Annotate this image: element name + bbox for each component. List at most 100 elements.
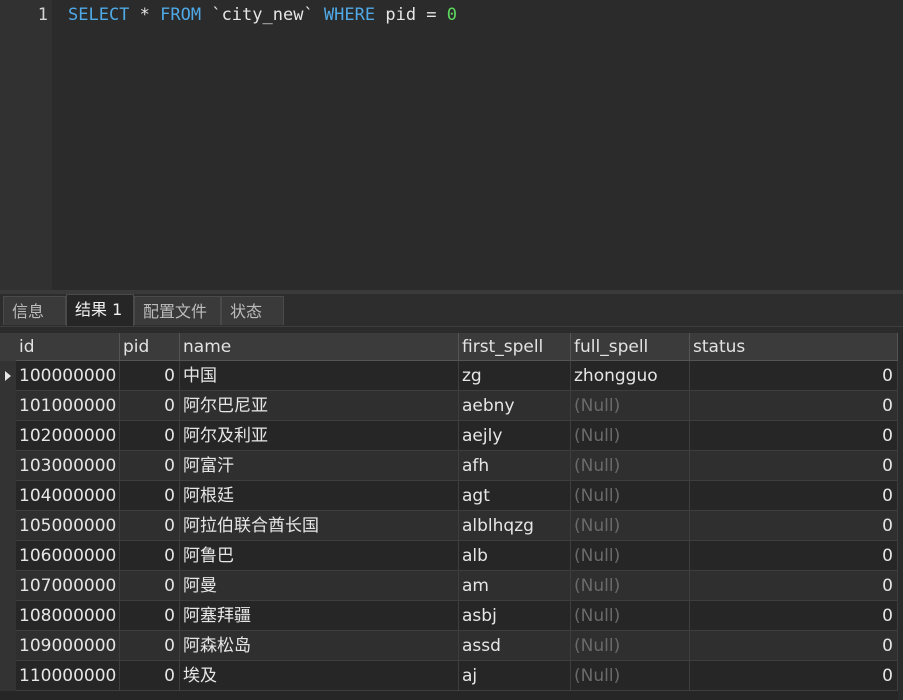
- table-row[interactable]: 103000000 0 阿富汗 afh (Null) 0: [16, 451, 898, 481]
- row-indicator[interactable]: [0, 421, 17, 451]
- sql-editor[interactable]: 1 SELECT * FROM `city_new` WHERE pid = 0: [0, 0, 903, 290]
- table-row[interactable]: 108000000 0 阿塞拜疆 asbj (Null) 0: [16, 601, 898, 631]
- table-row[interactable]: 106000000 0 阿鲁巴 alb (Null) 0: [16, 541, 898, 571]
- cell-name[interactable]: 阿塞拜疆: [180, 601, 459, 631]
- sql-query-line[interactable]: SELECT * FROM `city_new` WHERE pid = 0: [68, 4, 457, 26]
- cell-full-spell[interactable]: (Null): [571, 661, 690, 691]
- cell-first-spell[interactable]: am: [459, 571, 571, 601]
- cell-full-spell[interactable]: (Null): [571, 451, 690, 481]
- column-header-name[interactable]: name: [180, 333, 459, 361]
- column-header-full-spell[interactable]: full_spell: [571, 333, 690, 361]
- row-indicator[interactable]: [0, 631, 17, 661]
- cell-id[interactable]: 106000000: [16, 541, 120, 571]
- column-header-pid[interactable]: pid: [120, 333, 180, 361]
- table-row[interactable]: 105000000 0 阿拉伯联合酋长国 alblhqzg (Null) 0: [16, 511, 898, 541]
- cell-first-spell[interactable]: alb: [459, 541, 571, 571]
- cell-pid[interactable]: 0: [120, 601, 180, 631]
- cell-full-spell[interactable]: (Null): [571, 631, 690, 661]
- table-row[interactable]: 110000000 0 埃及 aj (Null) 0: [16, 661, 898, 691]
- cell-name[interactable]: 阿根廷: [180, 481, 459, 511]
- table-row[interactable]: 104000000 0 阿根廷 agt (Null) 0: [16, 481, 898, 511]
- cell-id[interactable]: 108000000: [16, 601, 120, 631]
- cell-pid[interactable]: 0: [120, 511, 180, 541]
- cell-first-spell[interactable]: aj: [459, 661, 571, 691]
- cell-id[interactable]: 109000000: [16, 631, 120, 661]
- cell-status[interactable]: 0: [690, 571, 898, 601]
- cell-first-spell[interactable]: aejly: [459, 421, 571, 451]
- cell-id[interactable]: 103000000: [16, 451, 120, 481]
- cell-name[interactable]: 阿鲁巴: [180, 541, 459, 571]
- cell-id[interactable]: 105000000: [16, 511, 120, 541]
- cell-first-spell[interactable]: afh: [459, 451, 571, 481]
- row-indicator[interactable]: [0, 451, 17, 481]
- row-indicator[interactable]: [0, 361, 17, 391]
- cell-pid[interactable]: 0: [120, 421, 180, 451]
- column-header-first-spell[interactable]: first_spell: [459, 333, 571, 361]
- cell-pid[interactable]: 0: [120, 481, 180, 511]
- cell-name[interactable]: 阿曼: [180, 571, 459, 601]
- table-row[interactable]: 109000000 0 阿森松岛 assd (Null) 0: [16, 631, 898, 661]
- cell-first-spell[interactable]: assd: [459, 631, 571, 661]
- cell-pid[interactable]: 0: [120, 661, 180, 691]
- cell-pid[interactable]: 0: [120, 361, 180, 391]
- row-indicator[interactable]: [0, 481, 17, 511]
- cell-status[interactable]: 0: [690, 361, 898, 391]
- cell-name[interactable]: 埃及: [180, 661, 459, 691]
- cell-status[interactable]: 0: [690, 421, 898, 451]
- cell-pid[interactable]: 0: [120, 571, 180, 601]
- row-indicator[interactable]: [0, 391, 17, 421]
- cell-pid[interactable]: 0: [120, 391, 180, 421]
- tab-profile[interactable]: 配置文件: [134, 296, 221, 325]
- tab-info[interactable]: 信息: [3, 296, 66, 325]
- cell-full-spell[interactable]: (Null): [571, 601, 690, 631]
- table-row[interactable]: 107000000 0 阿曼 am (Null) 0: [16, 571, 898, 601]
- row-indicator[interactable]: [0, 541, 17, 571]
- cell-name[interactable]: 阿拉伯联合酋长国: [180, 511, 459, 541]
- cell-pid[interactable]: 0: [120, 541, 180, 571]
- row-indicator[interactable]: [0, 571, 17, 601]
- cell-full-spell[interactable]: (Null): [571, 571, 690, 601]
- cell-status[interactable]: 0: [690, 391, 898, 421]
- cell-full-spell[interactable]: (Null): [571, 541, 690, 571]
- cell-name[interactable]: 阿森松岛: [180, 631, 459, 661]
- cell-id[interactable]: 107000000: [16, 571, 120, 601]
- result-grid[interactable]: id pid name first_spell full_spell statu…: [0, 333, 903, 700]
- table-row[interactable]: 102000000 0 阿尔及利亚 aejly (Null) 0: [16, 421, 898, 451]
- column-header-status[interactable]: status: [690, 333, 898, 361]
- cell-first-spell[interactable]: aebny: [459, 391, 571, 421]
- row-indicator[interactable]: [0, 601, 17, 631]
- row-indicator[interactable]: [0, 511, 17, 541]
- cell-name[interactable]: 阿富汗: [180, 451, 459, 481]
- cell-name[interactable]: 中国: [180, 361, 459, 391]
- cell-first-spell[interactable]: asbj: [459, 601, 571, 631]
- cell-pid[interactable]: 0: [120, 631, 180, 661]
- cell-status[interactable]: 0: [690, 481, 898, 511]
- cell-status[interactable]: 0: [690, 631, 898, 661]
- table-row[interactable]: 100000000 0 中国 zg zhongguo 0: [16, 361, 898, 391]
- cell-full-spell[interactable]: (Null): [571, 481, 690, 511]
- cell-full-spell[interactable]: (Null): [571, 391, 690, 421]
- cell-first-spell[interactable]: alblhqzg: [459, 511, 571, 541]
- cell-first-spell[interactable]: zg: [459, 361, 571, 391]
- cell-status[interactable]: 0: [690, 601, 898, 631]
- cell-pid[interactable]: 0: [120, 451, 180, 481]
- cell-status[interactable]: 0: [690, 451, 898, 481]
- cell-full-spell[interactable]: (Null): [571, 421, 690, 451]
- cell-full-spell[interactable]: zhongguo: [571, 361, 690, 391]
- tab-status[interactable]: 状态: [221, 296, 284, 325]
- tab-result-1[interactable]: 结果 1: [66, 294, 134, 326]
- cell-status[interactable]: 0: [690, 541, 898, 571]
- cell-status[interactable]: 0: [690, 511, 898, 541]
- cell-id[interactable]: 104000000: [16, 481, 120, 511]
- cell-name[interactable]: 阿尔及利亚: [180, 421, 459, 451]
- cell-id[interactable]: 110000000: [16, 661, 120, 691]
- cell-id[interactable]: 101000000: [16, 391, 120, 421]
- table-row[interactable]: 101000000 0 阿尔巴尼亚 aebny (Null) 0: [16, 391, 898, 421]
- cell-first-spell[interactable]: agt: [459, 481, 571, 511]
- cell-status[interactable]: 0: [690, 661, 898, 691]
- cell-id[interactable]: 100000000: [16, 361, 120, 391]
- row-indicator[interactable]: [0, 661, 17, 691]
- cell-id[interactable]: 102000000: [16, 421, 120, 451]
- cell-name[interactable]: 阿尔巴尼亚: [180, 391, 459, 421]
- column-header-id[interactable]: id: [16, 333, 120, 361]
